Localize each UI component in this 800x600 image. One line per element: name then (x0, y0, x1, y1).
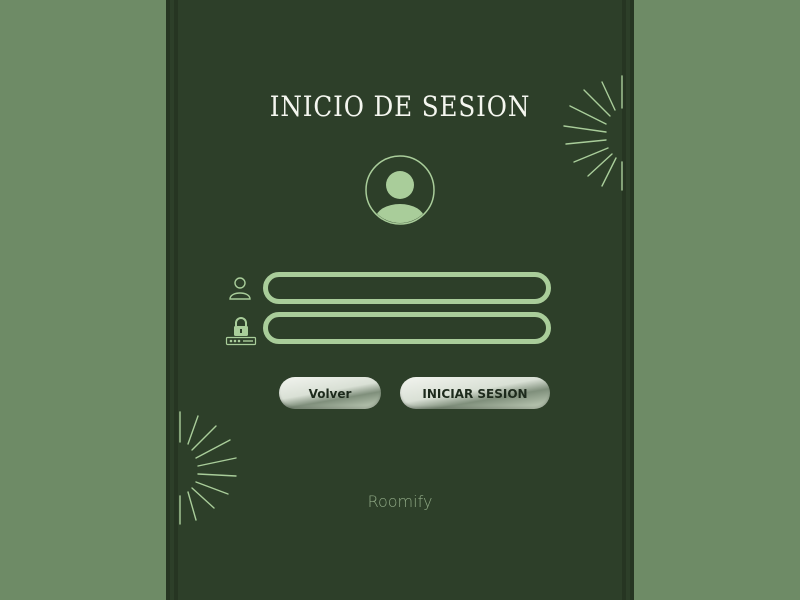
login-page: INICIO DE SESION Volver INICIAR SESION R… (0, 0, 800, 600)
password-input[interactable] (263, 312, 551, 344)
page-title: INICIO DE SESION (269, 90, 531, 123)
brand-name: Roomify (367, 492, 433, 511)
back-button[interactable]: Volver (279, 377, 381, 409)
username-input[interactable] (263, 272, 551, 304)
sunburst-decoration-bottom (179, 411, 237, 525)
lock-password-icon (225, 317, 257, 346)
user-icon (229, 277, 251, 300)
user-avatar-icon (365, 155, 435, 225)
login-button[interactable]: INICIAR SESION (400, 377, 550, 409)
